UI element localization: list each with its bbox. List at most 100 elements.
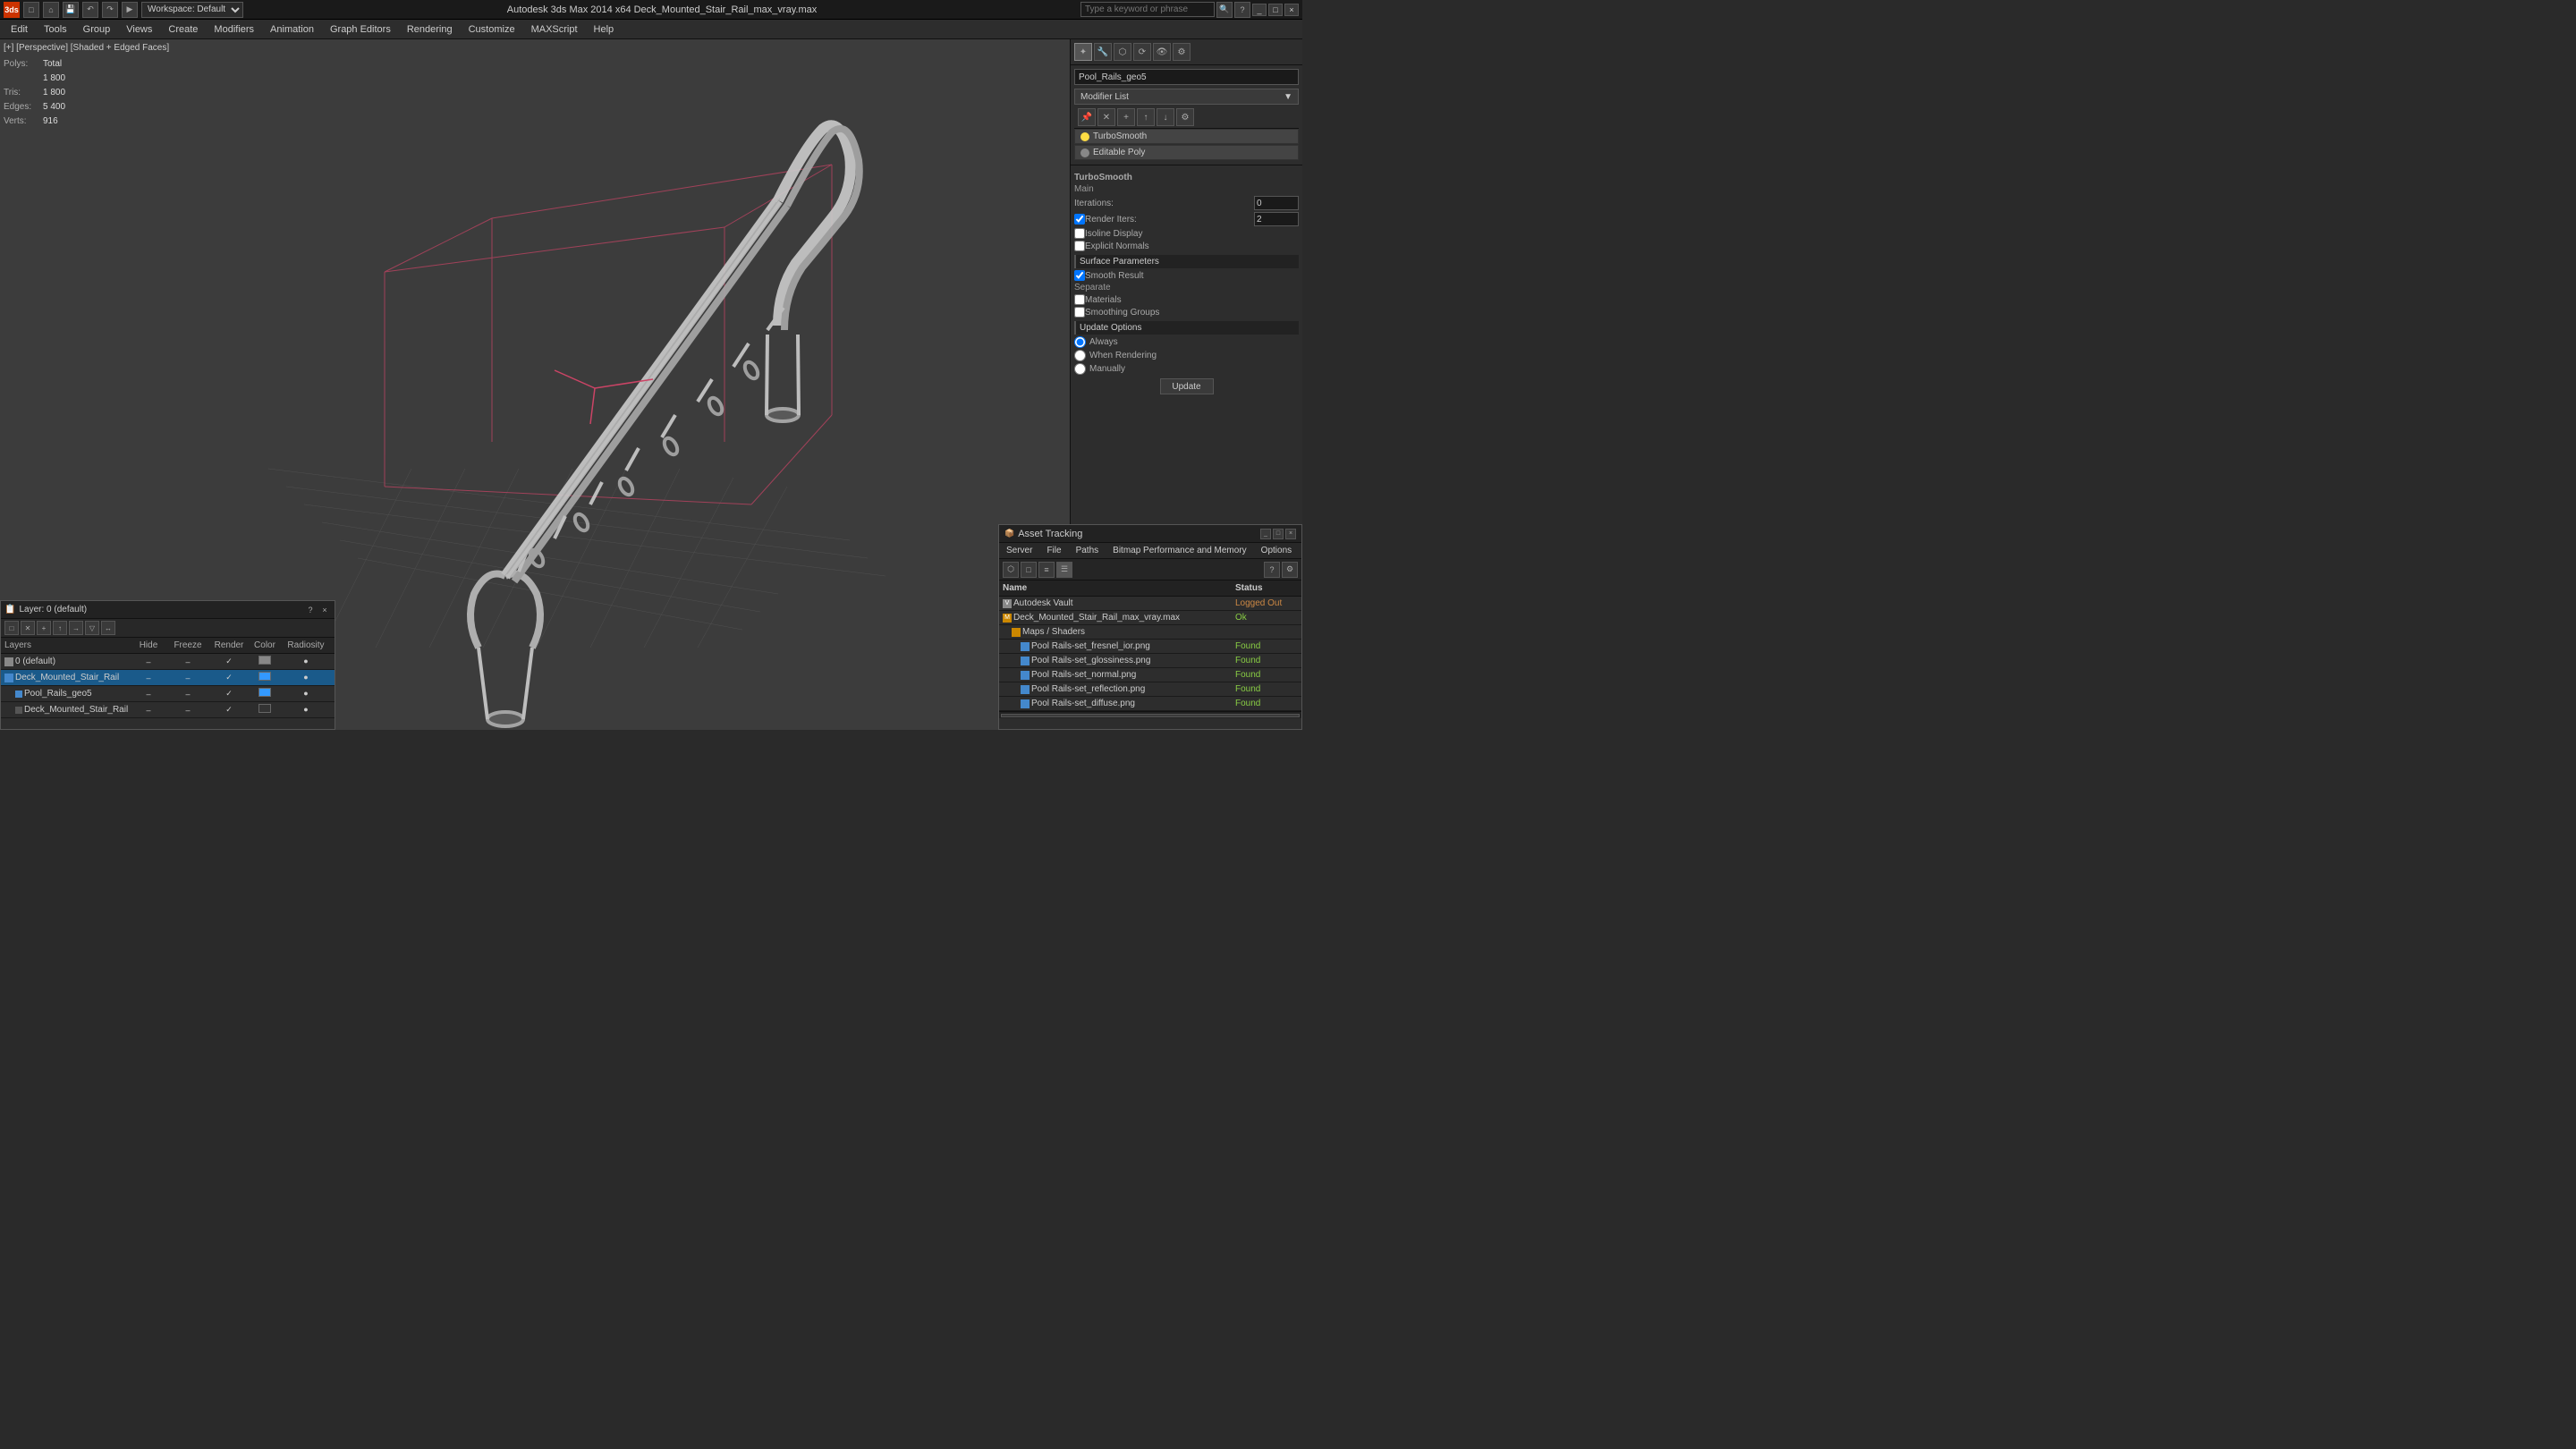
viewport-label[interactable]: [+] [Perspective] [Shaded + Edged Faces] [4, 43, 169, 53]
layer-row-pool[interactable]: Pool_Rails_geo5 – – ✓ ● [1, 686, 335, 702]
manually-radio[interactable] [1074, 363, 1086, 375]
asset-icon-4[interactable]: ☰ [1056, 562, 1072, 578]
close-button[interactable]: × [1284, 4, 1299, 16]
always-radio[interactable] [1074, 336, 1086, 348]
asset-icon: 📦 [1004, 529, 1014, 538]
redo-btn[interactable]: ↷ [102, 2, 118, 18]
search-icon[interactable]: 🔍 [1216, 2, 1233, 18]
asset-row-reflection[interactable]: Pool Rails-set_reflection.png Found [999, 682, 1301, 697]
hierarchy-tab[interactable]: ⬡ [1114, 43, 1131, 61]
iterations-input[interactable] [1254, 196, 1299, 210]
when-rendering-radio[interactable] [1074, 350, 1086, 361]
col-radiosity: Radiosity [281, 640, 331, 650]
asset-menu-file[interactable]: File [1039, 543, 1068, 559]
layer-delete-btn[interactable]: ✕ [21, 621, 35, 635]
menu-item-tools[interactable]: Tools [37, 21, 74, 38]
asset-row-vault[interactable]: V Autodesk Vault Logged Out [999, 597, 1301, 611]
layer-row-deck[interactable]: Deck_Mounted_Stair_Rail – – ✓ ● [1, 670, 335, 686]
create-tab[interactable]: ✦ [1074, 43, 1092, 61]
asset-row-maps[interactable]: Maps / Shaders [999, 625, 1301, 640]
asset-menu-server[interactable]: Server [999, 543, 1039, 559]
asset-icon-1[interactable]: ⬡ [1003, 562, 1019, 578]
modifier-list-dropdown[interactable]: Modifier List ▼ [1074, 89, 1299, 105]
explicit-normals-checkbox[interactable] [1074, 241, 1085, 251]
smooth-result-label: Smooth Result [1085, 271, 1299, 281]
menu-item-graph-editors[interactable]: Graph Editors [323, 21, 398, 38]
menu-item-modifiers[interactable]: Modifiers [207, 21, 261, 38]
asset-restore-btn[interactable]: □ [1273, 529, 1284, 539]
layer-freeze-2: – [166, 690, 209, 699]
asset-scrollbar[interactable] [1001, 714, 1300, 717]
asset-row-glossiness[interactable]: Pool Rails-set_glossiness.png Found [999, 654, 1301, 668]
update-button[interactable]: Update [1160, 378, 1214, 394]
asset-row-diffuse[interactable]: Pool Rails-set_diffuse.png Found [999, 697, 1301, 711]
asset-icon-3[interactable]: ≡ [1038, 562, 1055, 578]
pin-icon[interactable]: 📌 [1078, 108, 1096, 126]
config-mod-icon[interactable]: ⚙ [1176, 108, 1194, 126]
layer-new-btn[interactable]: □ [4, 621, 19, 635]
menu-item-rendering[interactable]: Rendering [400, 21, 460, 38]
smooth-result-checkbox[interactable] [1074, 270, 1085, 281]
search-input[interactable] [1080, 2, 1215, 17]
menu-item-customize[interactable]: Customize [462, 21, 522, 38]
menu-item-edit[interactable]: Edit [4, 21, 35, 38]
asset-row-normal[interactable]: Pool Rails-set_normal.png Found [999, 668, 1301, 682]
asset-row-fresnel[interactable]: Pool Rails-set_fresnel_ior.png Found [999, 640, 1301, 654]
new-btn[interactable]: □ [23, 2, 39, 18]
menu-item-create[interactable]: Create [161, 21, 205, 38]
menubar: Edit Tools Group Views Create Modifiers … [0, 20, 1302, 39]
layer-panel-title: 📋 Layer: 0 (default) [4, 605, 87, 614]
move-down-icon[interactable]: ↓ [1157, 108, 1174, 126]
smoothing-groups-checkbox[interactable] [1074, 307, 1085, 318]
asset-icon-2[interactable]: □ [1021, 562, 1037, 578]
undo-btn[interactable]: ↶ [82, 2, 98, 18]
menu-item-animation[interactable]: Animation [263, 21, 321, 38]
add-mod-icon[interactable]: + [1117, 108, 1135, 126]
layer-row-default[interactable]: 0 (default) – – ✓ ● [1, 654, 335, 670]
open-btn[interactable]: ⌂ [43, 2, 59, 18]
asset-menu-options[interactable]: Options [1254, 543, 1299, 559]
menu-item-group[interactable]: Group [76, 21, 118, 38]
motion-tab[interactable]: ⟳ [1133, 43, 1151, 61]
modifier-editablepoly[interactable]: Editable Poly [1074, 145, 1299, 160]
display-tab[interactable]: 👁 [1153, 43, 1171, 61]
minimize-button[interactable]: _ [1252, 4, 1267, 16]
menu-item-maxscript[interactable]: MAXScript [524, 21, 585, 38]
help-icon[interactable]: ? [1234, 2, 1250, 18]
workspace-dropdown[interactable]: Workspace: Default [141, 2, 243, 18]
move-up-icon[interactable]: ↑ [1137, 108, 1155, 126]
render-iters-checkbox[interactable] [1074, 214, 1085, 225]
object-name-input[interactable] [1074, 69, 1299, 85]
asset-row-maxfile[interactable]: M Deck_Mounted_Stair_Rail_max_vray.max O… [999, 611, 1301, 625]
delete-mod-icon[interactable]: ✕ [1097, 108, 1115, 126]
menu-item-help[interactable]: Help [587, 21, 622, 38]
titlebar: 3ds □ ⌂ 💾 ↶ ↷ ▶ Workspace: Default Autod… [0, 0, 1302, 20]
layer-help-btn[interactable]: ? [304, 604, 317, 616]
layer-add-btn[interactable]: + [37, 621, 51, 635]
asset-minimize-btn[interactable]: _ [1260, 529, 1271, 539]
modifier-section: Modifier List ▼ 📌 ✕ + ↑ ↓ ⚙ TurboSmooth … [1071, 65, 1302, 165]
asset-help-icon[interactable]: ? [1264, 562, 1280, 578]
layer-row-deck2[interactable]: Deck_Mounted_Stair_Rail – – ✓ ● [1, 702, 335, 718]
render-btn[interactable]: ▶ [122, 2, 138, 18]
asset-menu-bitmap[interactable]: Bitmap Performance and Memory [1106, 543, 1254, 559]
isoline-checkbox[interactable] [1074, 228, 1085, 239]
modify-tab[interactable]: 🔧 [1094, 43, 1112, 61]
materials-checkbox[interactable] [1074, 294, 1085, 305]
save-btn[interactable]: 💾 [63, 2, 79, 18]
maximize-button[interactable]: □ [1268, 4, 1283, 16]
asset-menu-paths[interactable]: Paths [1069, 543, 1106, 559]
utilities-tab[interactable]: ⚙ [1173, 43, 1191, 61]
asset-close-btn[interactable]: × [1285, 529, 1296, 539]
modifier-turbosmooth[interactable]: TurboSmooth [1074, 129, 1299, 144]
render-iters-input[interactable] [1254, 212, 1299, 226]
asset-settings-icon[interactable]: ⚙ [1282, 562, 1298, 578]
menu-item-views[interactable]: Views [119, 21, 159, 38]
layer-funnel-btn[interactable]: ▽ [85, 621, 99, 635]
modifier-bulb-turbosmooth[interactable] [1080, 132, 1089, 141]
layer-move-btn[interactable]: → [69, 621, 83, 635]
layer-close-btn[interactable]: × [318, 604, 331, 616]
layer-expand-btn[interactable]: ↔ [101, 621, 115, 635]
modifier-bulb-editablepoly[interactable] [1080, 148, 1089, 157]
layer-select-btn[interactable]: ↑ [53, 621, 67, 635]
